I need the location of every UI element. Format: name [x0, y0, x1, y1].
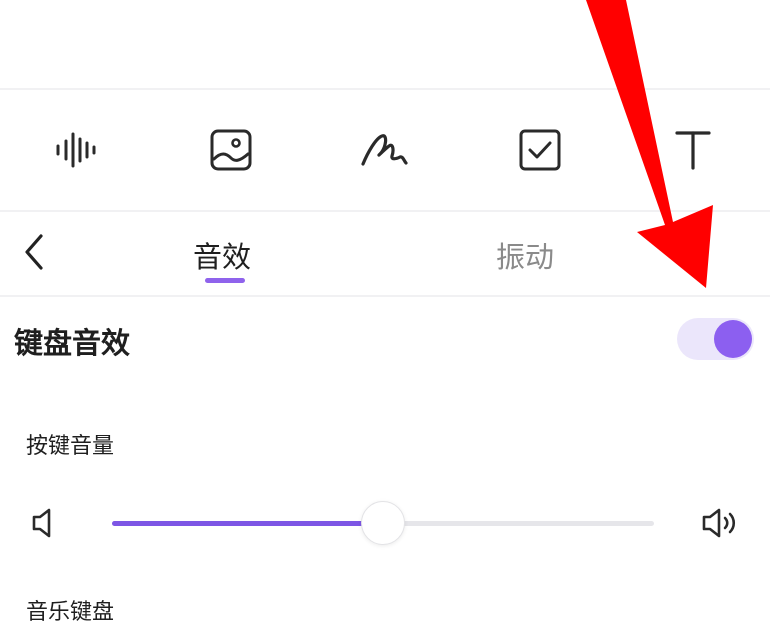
top-blank-area	[0, 0, 770, 88]
checkbox-icon	[518, 128, 562, 172]
keyboard-sound-toggle[interactable]	[677, 318, 754, 360]
volume-low-icon	[28, 505, 60, 541]
input-toolbar	[0, 100, 770, 200]
image-icon	[209, 128, 253, 172]
text-icon	[673, 128, 713, 172]
handwriting-icon	[358, 128, 410, 172]
key-volume-label: 按键音量	[26, 434, 115, 459]
tabbar-divider	[0, 295, 770, 297]
settings-tabbar: 音效 振动	[0, 212, 770, 296]
handwriting-button[interactable]	[354, 120, 414, 180]
keyboard-sound-label: 键盘音效	[14, 326, 131, 360]
top-divider	[0, 88, 770, 90]
music-keyboard-label: 音乐键盘	[26, 600, 115, 625]
image-button[interactable]	[201, 120, 261, 180]
tab-vibration[interactable]: 振动	[496, 234, 554, 274]
key-volume-slider[interactable]	[112, 500, 654, 546]
slider-fill	[112, 521, 383, 526]
voice-input-button[interactable]	[46, 120, 106, 180]
slider-thumb[interactable]	[361, 501, 405, 545]
text-format-button[interactable]	[663, 120, 723, 180]
back-button[interactable]	[14, 232, 54, 276]
active-tab-indicator	[205, 278, 245, 283]
checklist-button[interactable]	[510, 120, 570, 180]
voice-waveform-icon	[52, 130, 100, 170]
chevron-left-icon	[22, 232, 46, 276]
toggle-knob	[714, 320, 752, 358]
volume-high-icon	[698, 505, 742, 541]
tab-sound-effects[interactable]: 音效	[193, 234, 251, 274]
